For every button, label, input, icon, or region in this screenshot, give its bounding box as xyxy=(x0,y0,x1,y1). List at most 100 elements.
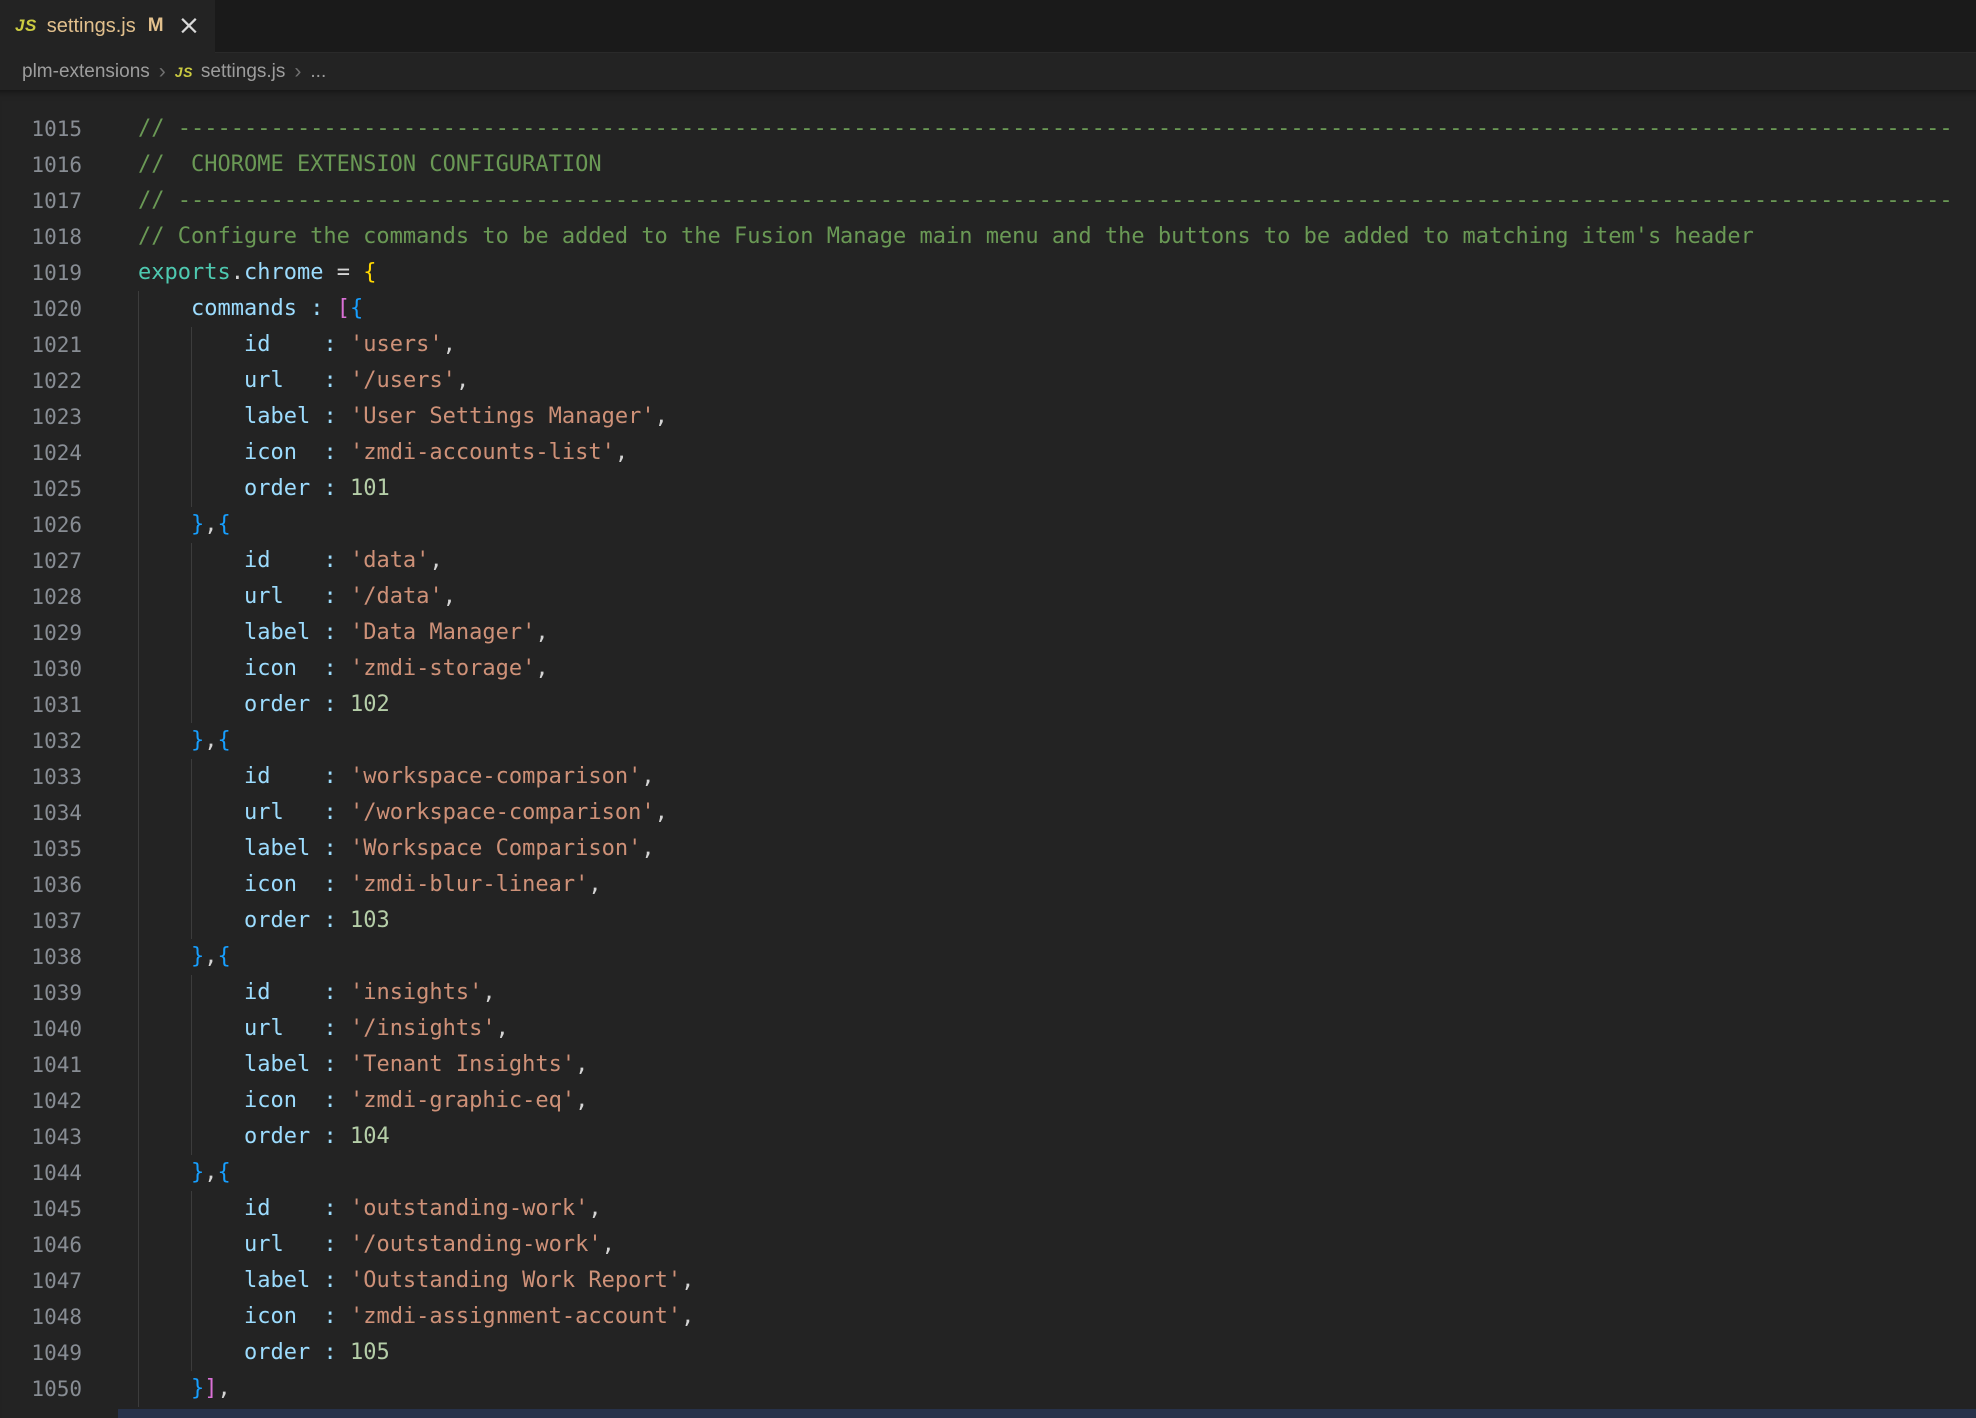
code-line[interactable]: 1025 order : 101 xyxy=(0,471,1976,507)
code-line[interactable]: 1048 icon : 'zmdi-assignment-account', xyxy=(0,1299,1976,1335)
line-number[interactable]: 1045 xyxy=(0,1191,82,1227)
line-number[interactable]: 1036 xyxy=(0,867,82,903)
line-number[interactable]: 1038 xyxy=(0,939,82,975)
code-line[interactable]: 1032 },{ xyxy=(0,723,1976,759)
line-number[interactable]: 1047 xyxy=(0,1263,82,1299)
code-line[interactable]: 1027 id : 'data', xyxy=(0,543,1976,579)
indent-guide xyxy=(138,687,139,723)
code-line[interactable]: 1015// ---------------------------------… xyxy=(0,111,1976,147)
code-line[interactable]: 1038 },{ xyxy=(0,939,1976,975)
line-number[interactable]: 1041 xyxy=(0,1047,82,1083)
code-line[interactable]: 1016 // CHOROME EXTENSION CONFIGURATION xyxy=(0,147,1976,183)
code-line[interactable]: 1017// ---------------------------------… xyxy=(0,183,1976,219)
code-text: },{ xyxy=(138,723,231,759)
code-line[interactable]: 1018// Configure the commands to be adde… xyxy=(0,219,1976,255)
code-text: id : 'insights', xyxy=(138,975,496,1011)
line-number[interactable]: 1031 xyxy=(0,687,82,723)
line-number[interactable]: 1046 xyxy=(0,1227,82,1263)
code-line[interactable]: 1036 icon : 'zmdi-blur-linear', xyxy=(0,867,1976,903)
code-line[interactable]: 1029 label : 'Data Manager', xyxy=(0,615,1976,651)
line-number[interactable]: 1020 xyxy=(0,291,82,327)
code-area[interactable]: 1015// ---------------------------------… xyxy=(0,111,1976,1407)
line-number[interactable]: 1025 xyxy=(0,471,82,507)
code-line[interactable]: 1042 icon : 'zmdi-graphic-eq', xyxy=(0,1083,1976,1119)
code-text: // CHOROME EXTENSION CONFIGURATION xyxy=(138,147,602,183)
code-line[interactable]: 1033 id : 'workspace-comparison', xyxy=(0,759,1976,795)
breadcrumb-item-folder[interactable]: plm-extensions xyxy=(22,61,150,83)
code-line[interactable]: 1041 label : 'Tenant Insights', xyxy=(0,1047,1976,1083)
indent-guide xyxy=(191,1119,192,1155)
code-editor[interactable]: 1015// ---------------------------------… xyxy=(0,90,1976,1418)
line-number[interactable]: 1016 xyxy=(0,147,82,183)
close-tab-icon[interactable]: × xyxy=(178,16,201,36)
tab-settings-js[interactable]: JS settings.js M × xyxy=(0,0,215,52)
code-line[interactable]: 1047 label : 'Outstanding Work Report', xyxy=(0,1263,1976,1299)
code-line[interactable]: 1023 label : 'User Settings Manager', xyxy=(0,399,1976,435)
line-number[interactable]: 1022 xyxy=(0,363,82,399)
code-line[interactable]: 1019exports.chrome = { xyxy=(0,255,1976,291)
code-text: url : '/workspace-comparison', xyxy=(138,795,668,831)
indent-guide xyxy=(191,1011,192,1047)
line-number[interactable]: 1044 xyxy=(0,1155,82,1191)
indent-guide xyxy=(138,327,139,363)
code-line[interactable]: 1049 order : 105 xyxy=(0,1335,1976,1371)
code-line[interactable]: 1034 url : '/workspace-comparison', xyxy=(0,795,1976,831)
line-number[interactable]: 1042 xyxy=(0,1083,82,1119)
breadcrumb-item-file[interactable]: JSsettings.js xyxy=(175,61,286,83)
line-number[interactable]: 1050 xyxy=(0,1371,82,1407)
code-text: label : 'Tenant Insights', xyxy=(138,1047,588,1083)
line-number[interactable]: 1029 xyxy=(0,615,82,651)
code-line[interactable]: 1030 icon : 'zmdi-storage', xyxy=(0,651,1976,687)
code-text: commands : [{ xyxy=(138,291,363,327)
line-number[interactable]: 1027 xyxy=(0,543,82,579)
code-line[interactable]: 1043 order : 104 xyxy=(0,1119,1976,1155)
code-line[interactable]: 1046 url : '/outstanding-work', xyxy=(0,1227,1976,1263)
code-line[interactable]: 1044 },{ xyxy=(0,1155,1976,1191)
code-line[interactable]: 1022 url : '/users', xyxy=(0,363,1976,399)
code-text: url : '/outstanding-work', xyxy=(138,1227,615,1263)
indent-guide xyxy=(138,1371,139,1407)
line-number[interactable]: 1023 xyxy=(0,399,82,435)
code-line[interactable]: 1039 id : 'insights', xyxy=(0,975,1976,1011)
line-number[interactable]: 1015 xyxy=(0,111,82,147)
code-line[interactable]: 1045 id : 'outstanding-work', xyxy=(0,1191,1976,1227)
line-number[interactable]: 1017 xyxy=(0,183,82,219)
line-number[interactable]: 1043 xyxy=(0,1119,82,1155)
line-number[interactable]: 1028 xyxy=(0,579,82,615)
indent-guide xyxy=(191,1299,192,1335)
code-line[interactable]: 1050 }], xyxy=(0,1371,1976,1407)
code-line[interactable]: 1031 order : 102 xyxy=(0,687,1976,723)
line-number[interactable]: 1039 xyxy=(0,975,82,1011)
line-number[interactable]: 1035 xyxy=(0,831,82,867)
code-text: }], xyxy=(138,1371,231,1407)
breadcrumb: plm-extensions › JSsettings.js › ... xyxy=(0,53,1976,90)
line-number[interactable]: 1040 xyxy=(0,1011,82,1047)
line-number[interactable]: 1033 xyxy=(0,759,82,795)
line-number[interactable]: 1030 xyxy=(0,651,82,687)
tab-filename: settings.js xyxy=(47,15,136,38)
line-number[interactable]: 1048 xyxy=(0,1299,82,1335)
line-number[interactable]: 1037 xyxy=(0,903,82,939)
code-line[interactable]: 1026 },{ xyxy=(0,507,1976,543)
code-line[interactable]: 1020 commands : [{ xyxy=(0,291,1976,327)
line-number[interactable]: 1018 xyxy=(0,219,82,255)
code-line[interactable]: 1040 url : '/insights', xyxy=(0,1011,1976,1047)
line-number[interactable]: 1032 xyxy=(0,723,82,759)
code-line[interactable]: 1037 order : 103 xyxy=(0,903,1976,939)
indent-guide xyxy=(191,471,192,507)
line-number[interactable]: 1021 xyxy=(0,327,82,363)
breadcrumb-separator-icon: › xyxy=(159,60,166,84)
code-line[interactable]: 1024 icon : 'zmdi-accounts-list', xyxy=(0,435,1976,471)
code-line[interactable]: 1021 id : 'users', xyxy=(0,327,1976,363)
breadcrumb-item-symbol[interactable]: ... xyxy=(310,61,326,83)
line-number[interactable]: 1026 xyxy=(0,507,82,543)
line-number[interactable]: 1024 xyxy=(0,435,82,471)
line-number[interactable]: 1034 xyxy=(0,795,82,831)
indent-guide xyxy=(138,435,139,471)
line-number[interactable]: 1019 xyxy=(0,255,82,291)
code-text: order : 102 xyxy=(138,687,390,723)
indent-guide xyxy=(138,1191,139,1227)
code-line[interactable]: 1028 url : '/data', xyxy=(0,579,1976,615)
code-line[interactable]: 1035 label : 'Workspace Comparison', xyxy=(0,831,1976,867)
line-number[interactable]: 1049 xyxy=(0,1335,82,1371)
